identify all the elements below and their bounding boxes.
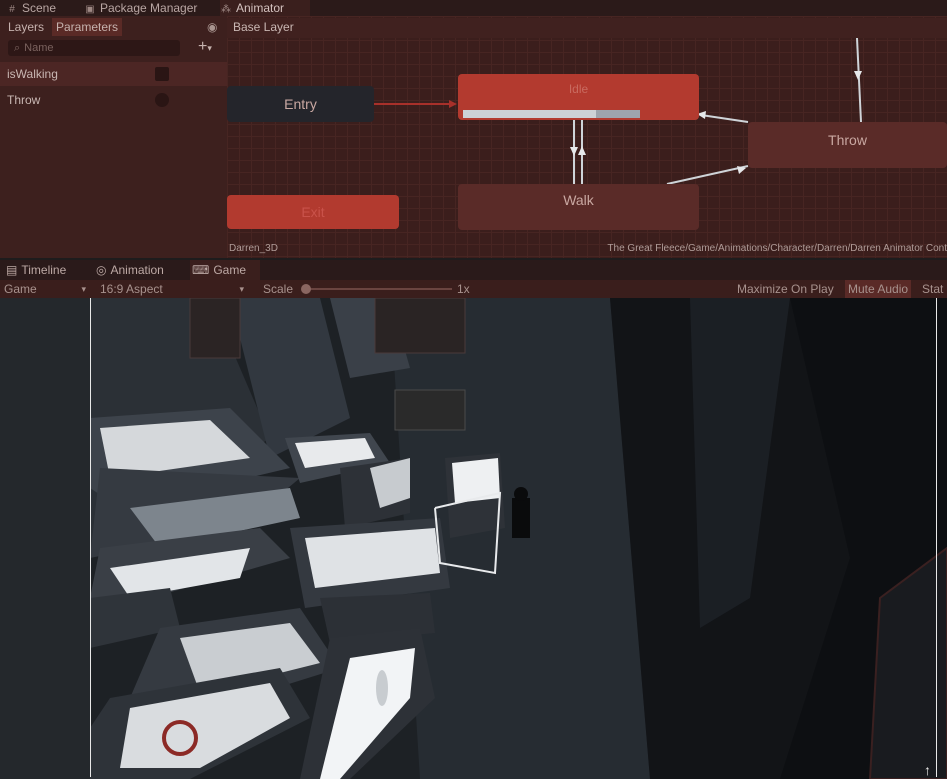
animator-object-name: Darren_3D	[229, 243, 278, 254]
tab-animation[interactable]: ◎ Animation	[94, 260, 186, 280]
timeline-icon: ▤	[6, 263, 18, 277]
tab-animator[interactable]: ⁂ Animator	[220, 0, 310, 16]
game-view-letterbox	[0, 298, 90, 779]
chevron-down-icon: ▾	[207, 43, 212, 53]
arrow-up-icon: ↑	[924, 762, 931, 778]
parameter-bool-checkbox[interactable]	[155, 67, 169, 81]
parameter-row[interactable]: isWalking	[0, 62, 227, 86]
state-walk[interactable]: Walk	[458, 184, 699, 230]
state-entry[interactable]: Entry	[227, 86, 374, 122]
tab-timeline[interactable]: ▤ Timeline	[4, 260, 88, 280]
display-dropdown[interactable]: Game ▾	[4, 280, 88, 298]
animation-icon: ◎	[96, 263, 107, 277]
game-view-frame	[90, 298, 937, 777]
idle-progress-fill	[463, 110, 596, 118]
state-exit[interactable]: Exit	[227, 195, 399, 229]
parameter-name: isWalking	[7, 67, 58, 81]
scale-label: Scale	[263, 282, 294, 296]
mute-audio-toggle[interactable]: Mute Audio	[845, 280, 912, 298]
search-placeholder: Name	[24, 42, 54, 54]
chevron-down-icon: ▾	[81, 284, 86, 294]
state-throw[interactable]: Throw	[748, 122, 947, 168]
gamepad-icon: ⌨	[192, 263, 210, 277]
parameter-trigger-radio[interactable]	[155, 93, 169, 107]
tab-parameters[interactable]: Parameters	[52, 18, 123, 36]
chevron-down-icon: ▾	[239, 284, 244, 294]
add-parameter-button[interactable]: +▾	[198, 38, 212, 56]
scale-slider[interactable]	[306, 288, 452, 290]
walk-to-throw-transition	[666, 165, 749, 185]
maximize-on-play-toggle[interactable]: Maximize On Play	[737, 280, 834, 298]
search-icon: ⌕	[14, 42, 21, 54]
scale-slider-handle[interactable]	[301, 284, 311, 294]
throw-to-idle-transition	[700, 114, 749, 123]
parameter-search-input[interactable]: ⌕ Name	[8, 40, 180, 56]
tab-package-manager[interactable]: ▣ Package Manager	[84, 0, 212, 16]
left-panel-tabs: Layers Parameters	[0, 18, 227, 36]
any-to-throw-transition	[856, 37, 862, 123]
tab-game[interactable]: ⌨ Game	[190, 260, 260, 280]
animator-asset-path: The Great Fleece/Game/Animations/Charact…	[607, 243, 947, 254]
tab-scene[interactable]: # Scene	[6, 0, 76, 16]
parameter-row[interactable]: Throw	[0, 88, 227, 112]
scale-value: 1x	[457, 282, 470, 296]
stats-toggle[interactable]: Stat	[922, 280, 943, 298]
aspect-dropdown[interactable]: 16:9 Aspect ▾	[100, 280, 246, 298]
parameter-name: Throw	[7, 93, 41, 107]
eye-icon[interactable]: ◉	[207, 20, 217, 34]
idle-progress-bar	[463, 110, 640, 118]
tab-layers[interactable]: Layers	[4, 18, 48, 36]
